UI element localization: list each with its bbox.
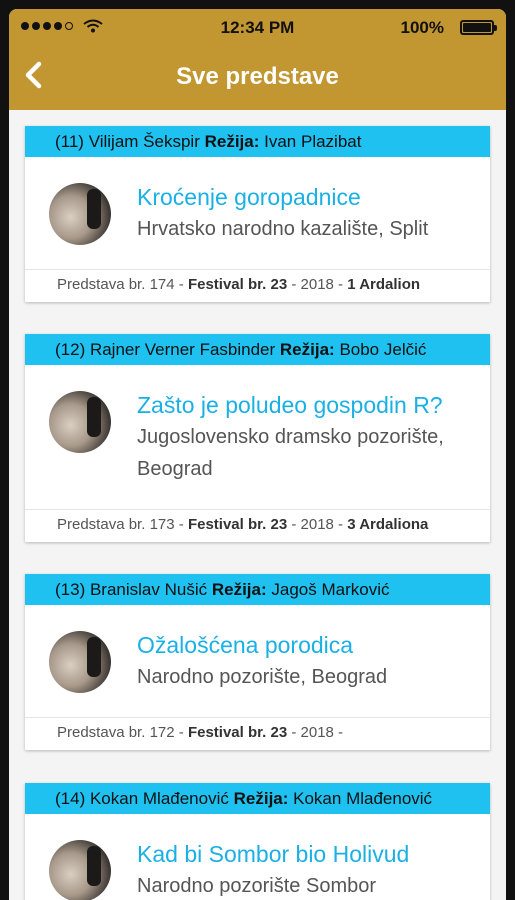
play-venue: Narodno pozorište, Beograd bbox=[137, 666, 388, 688]
festival-number: 23 bbox=[270, 516, 288, 533]
card-footer: Predstava br. 174 - Festival br. 23 - 20… bbox=[25, 269, 490, 302]
director-name: Jagoš Marković bbox=[271, 580, 390, 599]
play-venue: Jugoslovensko dramsko pozorište, Beograd bbox=[137, 426, 444, 480]
phone-screen: 12:34 PM 100% Sve predstave (11) Vilijam… bbox=[9, 9, 506, 900]
performance-number-label: Predstava br. bbox=[57, 724, 146, 741]
director-label: Režija: bbox=[279, 340, 335, 359]
performance-list: (11) Vilijam Šekspir Režija: Ivan Plazib… bbox=[9, 110, 506, 900]
card-body: Kroćenje goropadnice Hrvatsko narodno ka… bbox=[25, 157, 490, 302]
play-venue: Narodno pozorište Sombor bbox=[137, 875, 377, 897]
year: 2018 bbox=[300, 276, 334, 293]
card-header: (11) Vilijam Šekspir Režija: Ivan Plazib… bbox=[25, 126, 490, 157]
author: (13) Branislav Nušić bbox=[55, 580, 208, 599]
performance-card[interactable]: (12) Rajner Verner Fasbinder Režija: Bob… bbox=[25, 334, 490, 542]
status-bar: 12:34 PM 100% bbox=[9, 9, 506, 47]
card-body: Kad bi Sombor bio Holivud Narodno pozori… bbox=[25, 814, 490, 900]
festival-label: Festival br. bbox=[187, 276, 267, 293]
card-footer: Predstava br. 172 - Festival br. 23 - 20… bbox=[25, 717, 490, 750]
play-title[interactable]: Zašto je poludeo gospodin R? bbox=[137, 392, 443, 419]
author: (11) Vilijam Šekspir bbox=[55, 132, 200, 151]
director-name: Ivan Plazibat bbox=[264, 132, 362, 151]
card-footer: Predstava br. 173 - Festival br. 23 - 20… bbox=[25, 509, 490, 542]
nav-bar: Sve predstave bbox=[9, 47, 506, 110]
director-label: Režija: bbox=[204, 132, 260, 151]
festival-label: Festival br. bbox=[187, 516, 267, 533]
author: (14) Kokan Mlađenović bbox=[55, 789, 229, 808]
battery-percentage: 100% bbox=[400, 18, 444, 37]
performance-number: 172 bbox=[149, 724, 175, 741]
festival-label: Festival br. bbox=[187, 724, 267, 741]
card-body: Ožalošćena porodica Narodno pozorište, B… bbox=[25, 605, 490, 750]
festival-number: 23 bbox=[270, 276, 288, 293]
card-header: (13) Branislav Nušić Režija: Jagoš Marko… bbox=[25, 574, 490, 605]
performance-card[interactable]: (13) Branislav Nušić Režija: Jagoš Marko… bbox=[25, 574, 490, 750]
performance-number-label: Predstava br. bbox=[57, 276, 146, 293]
awards: 1 Ardalion bbox=[347, 276, 421, 293]
page-title: Sve predstave bbox=[176, 63, 339, 90]
year: 2018 bbox=[300, 516, 334, 533]
year: 2018 bbox=[300, 724, 334, 741]
author: (12) Rajner Verner Fasbinder bbox=[55, 340, 276, 359]
app-header: 12:34 PM 100% Sve predstave bbox=[9, 9, 506, 110]
performance-card[interactable]: (14) Kokan Mlađenović Režija: Kokan Mlađ… bbox=[25, 783, 490, 900]
performance-thumbnail bbox=[49, 183, 111, 245]
director-name: Kokan Mlađenović bbox=[293, 789, 433, 808]
play-venue: Hrvatsko narodno kazalište, Split bbox=[137, 218, 429, 240]
performance-card[interactable]: (11) Vilijam Šekspir Režija: Ivan Plazib… bbox=[25, 126, 490, 302]
festival-number: 23 bbox=[270, 724, 288, 741]
play-title[interactable]: Kroćenje goropadnice bbox=[137, 184, 361, 211]
card-header: (12) Rajner Verner Fasbinder Režija: Bob… bbox=[25, 334, 490, 365]
performance-thumbnail bbox=[49, 840, 111, 900]
awards: 3 Ardaliona bbox=[347, 516, 429, 533]
performance-number: 173 bbox=[149, 516, 175, 533]
director-label: Režija: bbox=[211, 580, 267, 599]
play-title[interactable]: Kad bi Sombor bio Holivud bbox=[137, 841, 409, 868]
battery-icon bbox=[460, 20, 497, 35]
director-label: Režija: bbox=[233, 789, 289, 808]
performance-number-label: Predstava br. bbox=[57, 516, 146, 533]
card-header: (14) Kokan Mlađenović Režija: Kokan Mlađ… bbox=[25, 783, 490, 814]
play-title[interactable]: Ožalošćena porodica bbox=[137, 632, 353, 659]
performance-thumbnail bbox=[49, 391, 111, 453]
director-name: Bobo Jelčić bbox=[339, 340, 427, 359]
performance-number: 174 bbox=[149, 276, 175, 293]
card-body: Zašto je poludeo gospodin R? Jugoslovens… bbox=[25, 365, 490, 542]
performance-thumbnail bbox=[49, 631, 111, 693]
